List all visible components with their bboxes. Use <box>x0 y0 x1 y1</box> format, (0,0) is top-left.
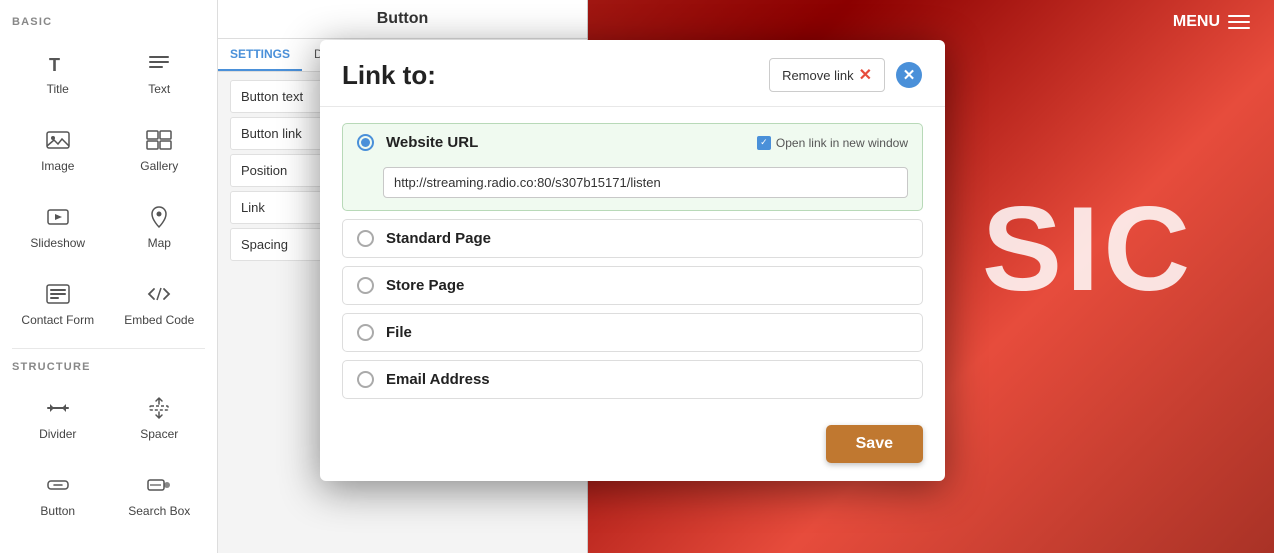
link-option-file[interactable]: File <box>342 313 923 352</box>
sidebar-item-embed-code-label: Embed Code <box>124 313 194 327</box>
sidebar-item-divider-label: Divider <box>39 427 76 441</box>
title-icon: T <box>44 49 72 77</box>
sidebar-item-spacer-label: Spacer <box>140 427 178 441</box>
sidebar-item-search-box-label: Search Box <box>128 504 190 518</box>
link-option-store-page[interactable]: Store Page <box>342 266 923 305</box>
url-input[interactable] <box>383 167 908 198</box>
menu-line-2 <box>1228 21 1250 23</box>
sidebar-item-image[interactable]: Image <box>8 111 108 186</box>
modal-footer: Save <box>320 425 945 481</box>
sidebar-item-embed-code[interactable]: Embed Code <box>110 265 210 340</box>
link-option-website-url-label: Website URL <box>386 134 745 151</box>
sidebar-item-contact-form-label: Contact Form <box>21 313 94 327</box>
sidebar-item-image-label: Image <box>41 159 74 173</box>
sidebar-divider-1 <box>12 348 205 349</box>
link-option-standard-page-label: Standard Page <box>386 230 908 247</box>
sidebar-item-map[interactable]: Map <box>110 188 210 263</box>
menu-line-1 <box>1228 15 1250 17</box>
svg-text:T: T <box>49 55 60 75</box>
radio-file[interactable] <box>357 324 374 341</box>
radio-website-url[interactable] <box>357 134 374 151</box>
url-input-wrapper <box>343 161 922 210</box>
divider-icon <box>44 394 72 422</box>
gallery-icon <box>145 126 173 154</box>
new-window-label: Open link in new window <box>776 136 908 150</box>
sidebar-item-slideshow-label: Slideshow <box>30 236 85 250</box>
new-window-checkbox[interactable]: ✓ <box>757 136 771 150</box>
link-option-email-address-label: Email Address <box>386 371 908 388</box>
section-label-basic: BASIC <box>4 10 213 32</box>
search-box-icon <box>145 471 173 499</box>
embed-code-icon <box>145 280 173 308</box>
center-panel-title: Button <box>218 0 587 39</box>
menu-label: MENU <box>1173 13 1220 31</box>
modal-title: Link to: <box>342 60 436 91</box>
link-option-file-label: File <box>386 324 908 341</box>
text-icon <box>145 49 173 77</box>
sidebar-item-text-label: Text <box>148 82 170 96</box>
menu-button[interactable]: MENU <box>1173 13 1250 31</box>
save-button[interactable]: Save <box>826 425 923 463</box>
sidebar-item-title[interactable]: T Title <box>8 34 108 109</box>
contact-form-icon <box>44 280 72 308</box>
radio-email-address[interactable] <box>357 371 374 388</box>
sidebar: BASIC T Title Text <box>0 0 218 553</box>
sidebar-item-text[interactable]: Text <box>110 34 210 109</box>
link-option-store-page-header: Store Page <box>343 267 922 304</box>
sidebar-item-divider[interactable]: Divider <box>8 379 108 454</box>
close-icon: ✕ <box>896 62 922 88</box>
sidebar-item-title-label: Title <box>47 82 69 96</box>
menu-line-3 <box>1228 27 1250 29</box>
radio-store-page[interactable] <box>357 277 374 294</box>
link-option-standard-page[interactable]: Standard Page <box>342 219 923 258</box>
image-icon <box>44 126 72 154</box>
link-option-website-url-header: Website URL ✓ Open link in new window <box>343 124 922 161</box>
remove-link-button[interactable]: Remove link ✕ <box>769 58 885 92</box>
sidebar-item-contact-form[interactable]: Contact Form <box>8 265 108 340</box>
radio-standard-page[interactable] <box>357 230 374 247</box>
button-icon <box>44 471 72 499</box>
link-option-email-address[interactable]: Email Address <box>342 360 923 399</box>
sidebar-item-map-label: Map <box>148 236 171 250</box>
remove-link-label: Remove link <box>782 68 854 83</box>
link-option-file-header: File <box>343 314 922 351</box>
sidebar-basic-grid: T Title Text <box>4 32 213 342</box>
sidebar-item-gallery[interactable]: Gallery <box>110 111 210 186</box>
sidebar-item-search-box[interactable]: Search Box <box>110 456 210 531</box>
open-new-window-wrapper: ✓ Open link in new window <box>757 136 908 150</box>
sidebar-item-gallery-label: Gallery <box>140 159 178 173</box>
spacer-icon <box>145 394 173 422</box>
sidebar-item-spacer[interactable]: Spacer <box>110 379 210 454</box>
sidebar-item-button-label: Button <box>40 504 75 518</box>
link-option-email-address-header: Email Address <box>343 361 922 398</box>
sidebar-item-button[interactable]: Button <box>8 456 108 531</box>
map-icon <box>145 203 173 231</box>
tab-settings[interactable]: SETTINGS <box>218 39 302 71</box>
modal-body: Website URL ✓ Open link in new window St… <box>320 107 945 425</box>
modal-header: Link to: Remove link ✕ ✕ <box>320 40 945 107</box>
link-option-store-page-label: Store Page <box>386 277 908 294</box>
slideshow-icon <box>44 203 72 231</box>
section-label-structure: STRUCTURE <box>4 355 213 377</box>
radio-inner-website-url <box>361 138 370 147</box>
sidebar-item-slideshow[interactable]: Slideshow <box>8 188 108 263</box>
hero-text: SIC <box>982 180 1194 318</box>
link-option-standard-page-header: Standard Page <box>343 220 922 257</box>
remove-link-icon: ✕ <box>859 65 872 85</box>
hamburger-icon <box>1228 15 1250 29</box>
sidebar-structure-grid: Divider Spacer Button <box>4 377 213 533</box>
link-option-website-url[interactable]: Website URL ✓ Open link in new window <box>342 123 923 211</box>
modal-link-to: Link to: Remove link ✕ ✕ Website URL ✓ O… <box>320 40 945 481</box>
modal-close-button[interactable]: ✕ <box>895 61 923 89</box>
